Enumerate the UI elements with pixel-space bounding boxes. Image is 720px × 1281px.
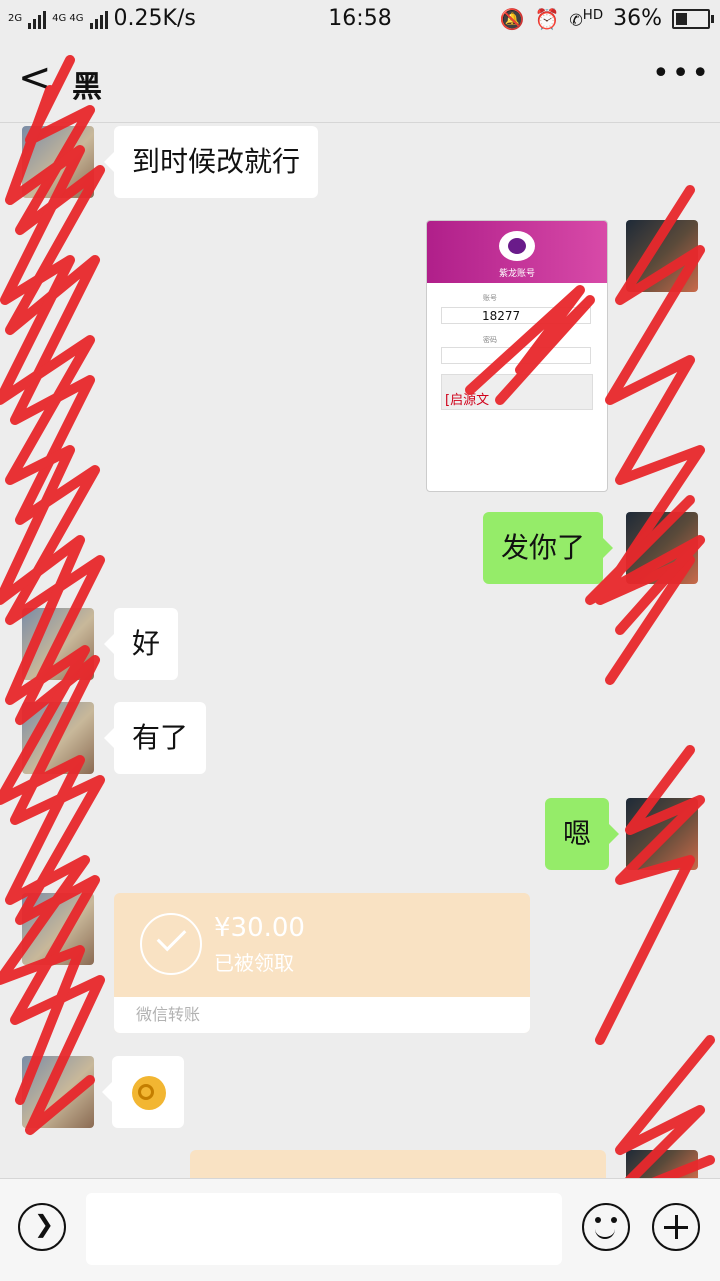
received-message[interactable]: 到时候改就行: [103, 126, 319, 198]
contact-avatar[interactable]: [22, 126, 94, 198]
more-actions-button[interactable]: [652, 1203, 700, 1251]
transfer-footer: 微信转账: [114, 997, 530, 1033]
contact-name: 黑: [72, 70, 102, 105]
image-field-label-2: 密码: [483, 336, 497, 344]
image-header: 紫龙账号: [427, 221, 607, 283]
contact-avatar[interactable]: [22, 893, 94, 965]
voice-button[interactable]: [18, 1203, 66, 1251]
ok-hand-emoji-message[interactable]: [102, 1056, 184, 1128]
transfer-message-partial[interactable]: [190, 1150, 606, 1178]
back-button[interactable]: <: [18, 58, 62, 102]
status-right: 🔕 ⏰ ✆HD 36%: [499, 6, 714, 31]
battery-icon: [672, 8, 714, 29]
emoji-button[interactable]: [582, 1203, 630, 1251]
dragon-logo-icon: [499, 231, 535, 261]
chevron-left-icon: <: [18, 55, 52, 101]
my-avatar[interactable]: [626, 512, 698, 584]
transfer-status: 已被领取: [214, 951, 294, 975]
image-field-label: 账号: [483, 294, 497, 302]
mute-icon: 🔕: [499, 6, 525, 31]
message-input[interactable]: [86, 1193, 562, 1265]
more-options-button[interactable]: •••: [652, 58, 709, 102]
received-message[interactable]: 好: [103, 608, 179, 680]
more-icon: •••: [652, 56, 712, 91]
my-avatar[interactable]: [626, 220, 698, 292]
contact-avatar[interactable]: [22, 1056, 94, 1128]
transfer-body: ¥30.00 已被领取: [114, 893, 530, 997]
sent-message[interactable]: 嗯: [545, 798, 620, 870]
image-message[interactable]: 紫龙账号 账号 18277 密码 [启源文: [426, 220, 608, 492]
my-avatar[interactable]: [626, 1150, 698, 1178]
input-bar: [0, 1178, 720, 1281]
battery-percent: 36%: [613, 6, 662, 31]
received-message[interactable]: 有了: [103, 702, 207, 774]
ok-hand-icon: [132, 1076, 166, 1110]
my-avatar[interactable]: [626, 798, 698, 870]
alarm-icon: ⏰: [534, 6, 560, 31]
transfer-message[interactable]: ¥30.00 已被领取 微信转账: [114, 893, 530, 1033]
image-field: 18277: [441, 307, 591, 324]
check-circle-icon: [140, 913, 202, 975]
transfer-amount: ¥30.00: [214, 913, 305, 943]
contact-avatar[interactable]: [22, 702, 94, 774]
image-tag: [启源文: [445, 393, 490, 408]
chat-header: < 黑 •••: [0, 40, 720, 123]
image-header-text: 紫龙账号: [498, 269, 535, 279]
contact-avatar[interactable]: [22, 608, 94, 680]
image-field-2: [441, 347, 591, 364]
sent-message[interactable]: 发你了: [483, 512, 614, 584]
status-bar: 2G 4G 4G 0.25K/s 16:58 🔕 ⏰ ✆HD 36%: [0, 0, 720, 40]
hd-call-icon: ✆HD: [569, 7, 604, 30]
